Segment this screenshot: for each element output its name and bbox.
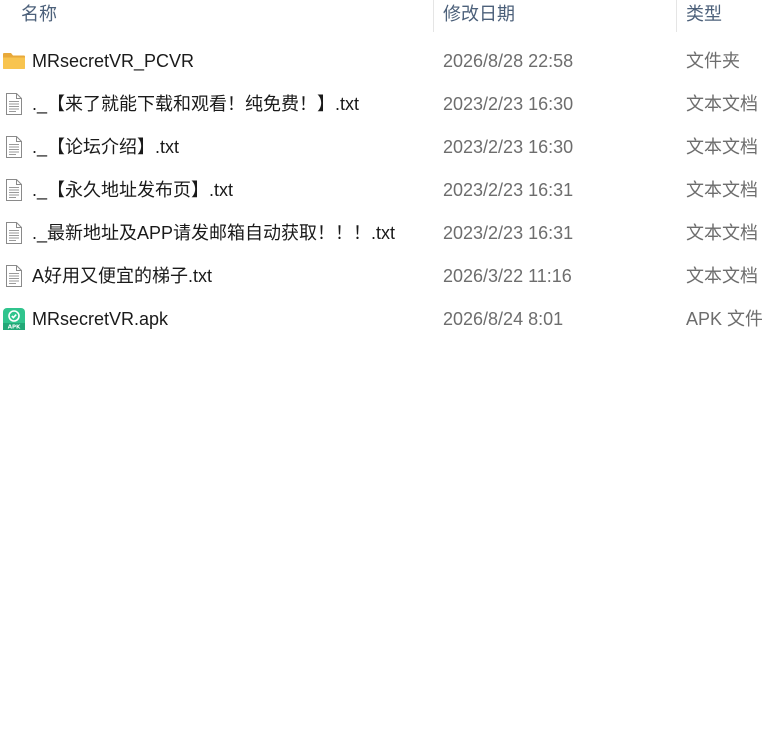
text-file-icon <box>2 92 26 116</box>
file-row[interactable]: A好用又便宜的梯子.txt 2026/3/22 11:16 文本文档 <box>0 255 762 298</box>
file-name: MRsecretVR.apk <box>32 309 169 329</box>
file-explorer-list: 名称 修改日期 类型 MRsecretVR_PCVR 2026/8/28 22:… <box>0 0 762 729</box>
file-name: ._【论坛介绍】.txt <box>32 137 180 157</box>
file-row[interactable]: ._【永久地址发布页】.txt 2023/2/23 16:31 文本文档 <box>0 169 762 212</box>
file-type: 文本文档 <box>686 223 758 243</box>
file-modified-date: 2023/2/23 16:30 <box>443 137 574 157</box>
column-header-type[interactable]: 类型 <box>686 0 722 30</box>
file-type: APK 文件 <box>686 309 762 329</box>
apk-icon-label: APK <box>8 325 21 331</box>
file-name: A好用又便宜的梯子.txt <box>32 266 213 286</box>
column-header-name[interactable]: 名称 <box>21 0 57 30</box>
text-file-icon <box>2 264 26 288</box>
file-modified-date: 2023/2/23 16:31 <box>443 223 574 243</box>
text-file-icon <box>2 135 26 159</box>
file-row[interactable]: ._【论坛介绍】.txt 2023/2/23 16:30 文本文档 <box>0 126 762 169</box>
column-divider[interactable] <box>433 0 434 32</box>
file-type: 文件夹 <box>686 51 740 71</box>
file-row[interactable]: ._【来了就能下载和观看！纯免费！】.txt 2023/2/23 16:30 文… <box>0 83 762 126</box>
file-name: ._最新地址及APP请发邮箱自动获取！！！.txt <box>32 223 396 243</box>
file-type: 文本文档 <box>686 94 758 114</box>
file-type: 文本文档 <box>686 137 758 157</box>
file-type: 文本文档 <box>686 180 758 200</box>
column-header-date[interactable]: 修改日期 <box>443 0 515 30</box>
file-modified-date: 2026/3/22 11:16 <box>443 266 572 286</box>
file-type: 文本文档 <box>686 266 758 286</box>
file-row[interactable]: ._最新地址及APP请发邮箱自动获取！！！.txt 2023/2/23 16:3… <box>0 212 762 255</box>
folder-icon <box>2 49 26 73</box>
file-modified-date: 2026/8/28 22:58 <box>443 51 574 71</box>
apk-file-icon: APK <box>2 307 26 331</box>
column-header-bar: 名称 修改日期 类型 <box>0 0 762 32</box>
file-row[interactable]: APK MRsecretVR.apk 2026/8/24 8:01 APK 文件 <box>0 298 762 341</box>
file-modified-date: 2023/2/23 16:31 <box>443 180 574 200</box>
file-modified-date: 2023/2/23 16:30 <box>443 94 574 114</box>
text-file-icon <box>2 178 26 202</box>
file-row[interactable]: MRsecretVR_PCVR 2026/8/28 22:58 文件夹 <box>0 40 762 83</box>
file-name: MRsecretVR_PCVR <box>32 51 195 71</box>
file-modified-date: 2026/8/24 8:01 <box>443 309 564 329</box>
file-name: ._【来了就能下载和观看！纯免费！】.txt <box>32 94 360 114</box>
file-name: ._【永久地址发布页】.txt <box>32 180 234 200</box>
column-divider[interactable] <box>676 0 677 32</box>
text-file-icon <box>2 221 26 245</box>
file-list: MRsecretVR_PCVR 2026/8/28 22:58 文件夹 ._【来… <box>0 40 762 341</box>
